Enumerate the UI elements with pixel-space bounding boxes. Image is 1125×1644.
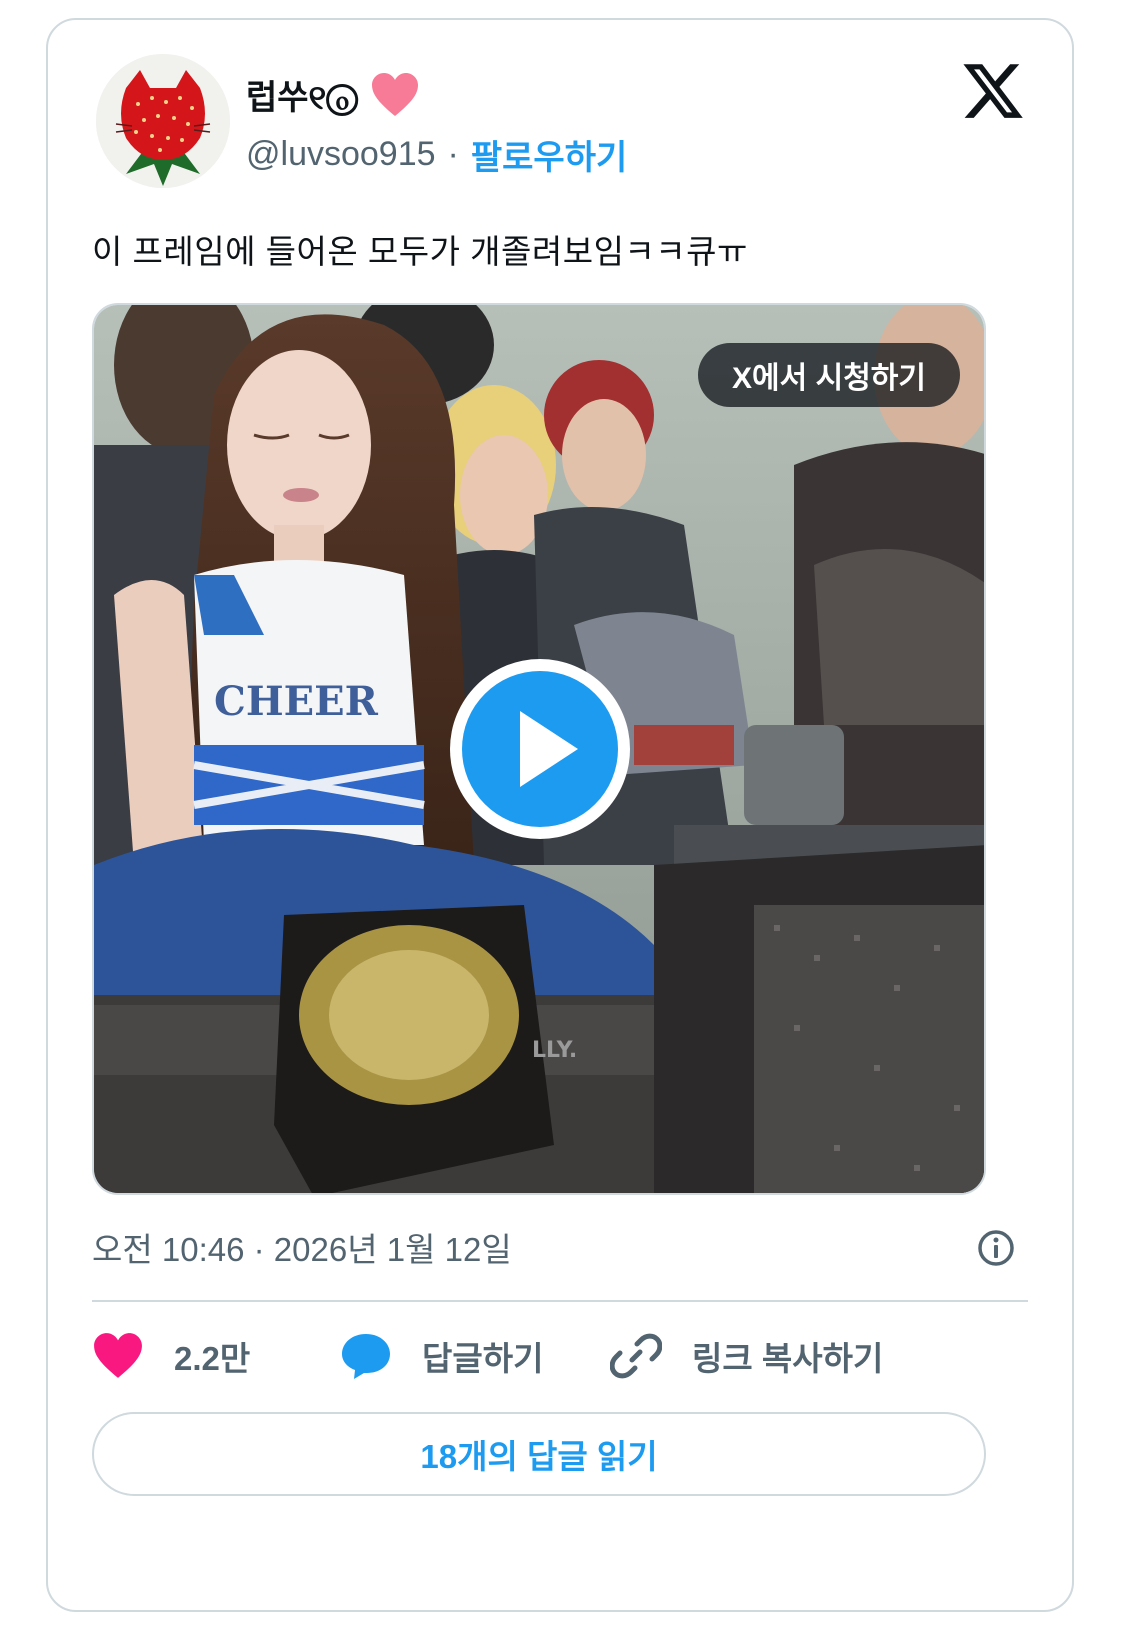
- pink-heart-icon: [372, 72, 419, 116]
- heart-icon: [94, 1333, 142, 1378]
- copy-link-button[interactable]: 링크 복사하기: [610, 1328, 883, 1384]
- x-logo-icon[interactable]: [960, 58, 1026, 124]
- video-media[interactable]: CHEER LLY. X에서 시청하기: [92, 303, 986, 1195]
- svg-text:LLY.: LLY.: [532, 1038, 577, 1063]
- like-button[interactable]: 2.2만: [92, 1328, 250, 1384]
- tweet-actions: 2.2만 답글하기 링크 복사하기: [92, 1328, 992, 1384]
- follow-button[interactable]: 팔로우하기: [471, 130, 627, 179]
- author-name-row: 럽쑤୧ⓞ: [246, 70, 420, 119]
- separator-dot: ·: [447, 135, 459, 173]
- strawberry-cat-avatar-icon: [96, 54, 230, 188]
- like-count: 2.2만: [174, 1340, 251, 1377]
- reply-bubble-icon: [342, 1334, 390, 1379]
- divider: [92, 1300, 1028, 1302]
- play-icon[interactable]: [446, 655, 634, 843]
- reply-label: 답글하기: [422, 1340, 544, 1377]
- handle-row: @luvsoo915 · 팔로우하기: [246, 130, 627, 179]
- read-replies-button[interactable]: 18개의 답글 읽기: [92, 1412, 986, 1496]
- tweet-embed-card: 럽쑤୧ⓞ @luvsoo915 · 팔로우하기 이 프레임에 들어온 모두가 개…: [46, 18, 1074, 1612]
- info-icon[interactable]: [976, 1228, 1016, 1268]
- tweet-timestamp[interactable]: 오전 10:46 · 2026년 1월 12일: [92, 1223, 512, 1271]
- svg-text:CHEER: CHEER: [214, 678, 379, 725]
- tweet-text: 이 프레임에 들어온 모두가 개졸려보임ㅋㅋ큐ㅠ: [92, 233, 748, 270]
- author-handle[interactable]: @luvsoo915: [246, 135, 436, 174]
- watch-on-x-button[interactable]: X에서 시청하기: [698, 343, 960, 407]
- reply-button[interactable]: 답글하기: [340, 1328, 543, 1384]
- copy-link-label: 링크 복사하기: [692, 1340, 884, 1377]
- link-icon: [610, 1333, 662, 1379]
- avatar[interactable]: [96, 54, 230, 188]
- display-name[interactable]: 럽쑤୧ⓞ: [246, 70, 358, 119]
